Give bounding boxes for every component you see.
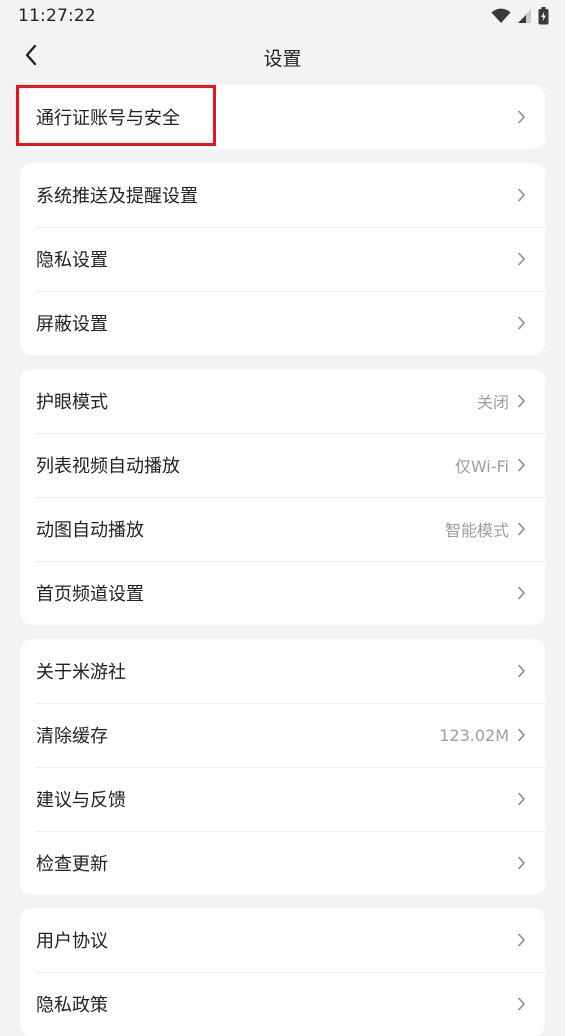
chevron-right-icon <box>515 251 527 267</box>
settings-item-feedback[interactable]: 建议与反馈 <box>20 767 545 831</box>
settings-item-label: 隐私设置 <box>36 250 108 271</box>
settings-item-label: 屏蔽设置 <box>36 314 108 335</box>
settings-item-label: 检查更新 <box>36 854 108 875</box>
settings-item-label: 动图自动播放 <box>36 520 144 541</box>
settings-group-display: 护眼模式 关闭 列表视频自动播放 仅Wi-Fi 动图自动播放 智能模式 首页频道… <box>20 369 545 625</box>
wifi-icon <box>491 8 511 28</box>
chevron-right-icon <box>515 996 527 1012</box>
status-icons <box>491 7 549 29</box>
settings-item-privacy-policy[interactable]: 隐私政策 <box>20 972 545 1036</box>
settings-item-label: 用户协议 <box>36 931 108 952</box>
signal-icon <box>517 8 532 28</box>
settings-item-value: 智能模式 <box>444 521 509 540</box>
chevron-right-icon <box>515 393 527 409</box>
settings-group-legal: 用户协议 隐私政策 <box>20 908 545 1036</box>
settings-item-account-security[interactable]: 通行证账号与安全 <box>20 85 545 149</box>
settings-item-user-agreement[interactable]: 用户协议 <box>20 908 545 972</box>
chevron-right-icon <box>515 585 527 601</box>
settings-item-about[interactable]: 关于米游社 <box>20 639 545 703</box>
chevron-right-icon <box>515 791 527 807</box>
chevron-right-icon <box>515 727 527 743</box>
settings-item-push-reminders[interactable]: 系统推送及提醒设置 <box>20 163 545 227</box>
settings-item-label: 首页频道设置 <box>36 584 144 605</box>
settings-item-label: 列表视频自动播放 <box>36 456 180 477</box>
chevron-right-icon <box>515 663 527 679</box>
settings-item-check-update[interactable]: 检查更新 <box>20 831 545 895</box>
settings-item-label: 隐私政策 <box>36 995 108 1016</box>
settings-item-value: 关闭 <box>476 393 509 412</box>
settings-group-about: 关于米游社 清除缓存 123.02M 建议与反馈 检查更新 <box>20 639 545 895</box>
settings-item-label: 护眼模式 <box>36 392 108 413</box>
settings-group-notifications: 系统推送及提醒设置 隐私设置 屏蔽设置 <box>20 163 545 355</box>
chevron-right-icon <box>515 187 527 203</box>
settings-item-eye-care[interactable]: 护眼模式 关闭 <box>20 369 545 433</box>
status-time: 11:27:22 <box>18 6 96 26</box>
settings-item-privacy[interactable]: 隐私设置 <box>20 227 545 291</box>
settings-item-label: 关于米游社 <box>36 662 126 683</box>
chevron-right-icon <box>515 315 527 331</box>
settings-item-clear-cache[interactable]: 清除缓存 123.02M <box>20 703 545 767</box>
page-title: 设置 <box>263 48 302 70</box>
settings-item-label: 建议与反馈 <box>36 790 126 811</box>
settings-item-value: 仅Wi-Fi <box>454 457 509 476</box>
settings-item-label: 清除缓存 <box>36 726 108 747</box>
chevron-right-icon <box>515 521 527 537</box>
settings-group-account: 通行证账号与安全 <box>20 85 545 149</box>
settings-item-block[interactable]: 屏蔽设置 <box>20 291 545 355</box>
chevron-right-icon <box>515 932 527 948</box>
status-bar: 11:27:22 <box>0 0 565 34</box>
settings-item-gif-autoplay[interactable]: 动图自动播放 智能模式 <box>20 497 545 561</box>
settings-item-label: 系统推送及提醒设置 <box>36 186 198 207</box>
nav-bar: 设置 <box>0 34 565 80</box>
chevron-right-icon <box>515 109 527 125</box>
settings-item-video-autoplay[interactable]: 列表视频自动播放 仅Wi-Fi <box>20 433 545 497</box>
settings-item-value: 123.02M <box>439 725 509 745</box>
chevron-right-icon <box>515 855 527 871</box>
battery-icon <box>538 7 549 29</box>
chevron-right-icon <box>515 457 527 473</box>
settings-item-label: 通行证账号与安全 <box>36 108 180 129</box>
settings-item-home-channels[interactable]: 首页频道设置 <box>20 561 545 625</box>
